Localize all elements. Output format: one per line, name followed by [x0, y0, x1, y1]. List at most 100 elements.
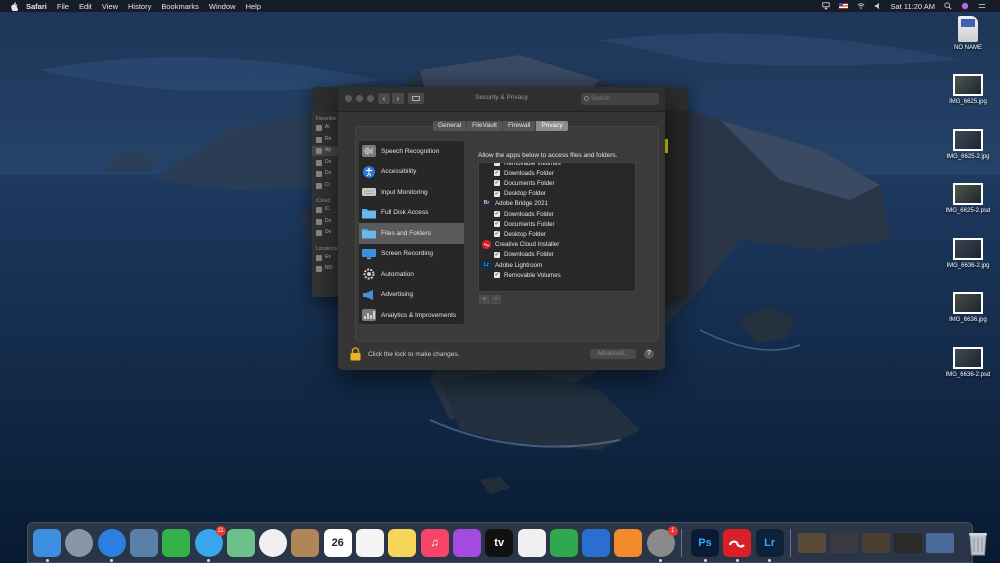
- image-file-icon[interactable]: IMG_6636-2.psd: [940, 346, 996, 378]
- messages-app[interactable]: 11: [194, 526, 226, 557]
- finder-item-icon[interactable]: [316, 171, 322, 177]
- menu-view[interactable]: View: [102, 2, 118, 11]
- finder-sidebar-item[interactable]: Ai: [325, 124, 329, 130]
- tab-filevault[interactable]: FileVault: [467, 121, 503, 131]
- volume-icon[interactable]: [874, 2, 882, 10]
- advanced-button[interactable]: Advanced...: [590, 349, 636, 359]
- finder-sidebar-item[interactable]: NO: [325, 265, 333, 271]
- trash-icon[interactable]: [964, 529, 992, 557]
- finder-item-icon[interactable]: [316, 266, 322, 272]
- menu-help[interactable]: Help: [246, 2, 261, 11]
- category-files-and-folders[interactable]: Files and Folders: [359, 223, 464, 244]
- music-app[interactable]: ♫: [420, 529, 449, 557]
- system-preferences-app[interactable]: 1: [646, 526, 678, 557]
- menu-window[interactable]: Window: [209, 2, 236, 11]
- menu-file[interactable]: File: [57, 2, 69, 11]
- safari-app[interactable]: [97, 529, 126, 557]
- menu-app-name[interactable]: Safari: [26, 2, 47, 11]
- pages-app[interactable]: [614, 529, 643, 557]
- podcasts-app[interactable]: [452, 529, 481, 557]
- help-button[interactable]: ?: [644, 349, 654, 359]
- permission-row[interactable]: ✓ Downloads Folder: [479, 168, 635, 178]
- finder-sidebar-item[interactable]: Do: [325, 218, 331, 224]
- tab-privacy[interactable]: Privacy: [536, 121, 568, 131]
- finder-item-icon[interactable]: [316, 159, 322, 166]
- image-file-icon[interactable]: IMG_6625-2.jpg: [940, 128, 996, 160]
- airplay-icon[interactable]: [821, 2, 830, 10]
- creative-cloud-app[interactable]: [723, 529, 752, 557]
- search-icon[interactable]: [944, 2, 952, 10]
- us-flag-icon[interactable]: [838, 3, 848, 9]
- category-analytics-improvements[interactable]: Analytics & Improvements: [359, 305, 464, 324]
- permission-row[interactable]: ✓ Downloads Folder: [479, 209, 635, 219]
- permission-row[interactable]: ✓ Removable Volumes: [479, 270, 635, 280]
- tab-firewall[interactable]: Firewall: [503, 121, 537, 131]
- minimized-window-thumbnail[interactable]: [893, 533, 922, 553]
- siri-icon[interactable]: [961, 2, 969, 10]
- menu-clock[interactable]: Sat 11:20 AM: [891, 2, 935, 11]
- finder-item-icon[interactable]: [316, 125, 322, 131]
- tv-app[interactable]: tv: [485, 529, 514, 557]
- menu-history[interactable]: History: [128, 2, 151, 11]
- category-accessibility[interactable]: Accessibility: [359, 162, 464, 183]
- checkbox[interactable]: ✓: [494, 163, 500, 166]
- finder-sidebar-item[interactable]: Do: [325, 170, 331, 176]
- image-file-icon[interactable]: IMG_6636.jpg: [940, 292, 996, 323]
- checkbox[interactable]: ✓: [494, 231, 500, 238]
- finder-sidebar-item[interactable]: De: [325, 159, 331, 165]
- image-file-icon[interactable]: IMG_6625-2.psd: [940, 183, 996, 214]
- finder-item-icon[interactable]: [316, 254, 322, 261]
- finder-app[interactable]: [33, 529, 61, 557]
- checkbox[interactable]: ✓: [494, 180, 500, 187]
- minimized-window-thumbnail[interactable]: [861, 533, 890, 553]
- photoshop-app[interactable]: Ps: [691, 529, 719, 557]
- permission-row[interactable]: ✓ Desktop Folder: [479, 189, 635, 199]
- minimized-window-thumbnail[interactable]: [797, 533, 826, 553]
- control-center-icon[interactable]: [978, 2, 986, 10]
- category-automation[interactable]: Automation: [359, 264, 464, 285]
- checkbox[interactable]: ✓: [494, 190, 500, 197]
- add-button[interactable]: +: [479, 295, 491, 304]
- category-advertising[interactable]: Advertising: [359, 285, 464, 306]
- checkbox[interactable]: ✓: [494, 251, 500, 258]
- menu-bookmarks[interactable]: Bookmarks: [161, 2, 199, 11]
- minimized-window-thumbnail[interactable]: [925, 533, 954, 553]
- permission-row[interactable]: ✓ Documents Folder: [479, 178, 635, 188]
- permission-row[interactable]: ✓ Downloads Folder: [479, 250, 635, 260]
- permission-row[interactable]: ✓ Removable Volumes: [479, 163, 635, 168]
- calendar-app[interactable]: 26: [323, 529, 352, 557]
- category-speech-recognition[interactable]: Speech Recognition: [359, 141, 464, 162]
- tab-general[interactable]: General: [433, 121, 468, 131]
- checkbox[interactable]: ✓: [494, 211, 500, 217]
- preview-app[interactable]: [129, 529, 158, 557]
- search-field[interactable]: Search: [581, 93, 659, 105]
- permission-row[interactable]: ✓ Documents Folder: [479, 219, 635, 229]
- lightroom-app[interactable]: Lr: [755, 529, 784, 557]
- notes-app[interactable]: [388, 529, 417, 557]
- checkbox[interactable]: ✓: [494, 221, 500, 228]
- finder-item-icon[interactable]: [316, 218, 322, 225]
- finder-item-icon[interactable]: [316, 207, 322, 213]
- permission-row[interactable]: ✓ Desktop Folder: [479, 229, 635, 239]
- menu-edit[interactable]: Edit: [79, 2, 92, 11]
- finder-sidebar-item[interactable]: iC: [325, 206, 330, 212]
- category-input-monitoring[interactable]: Input Monitoring: [359, 182, 464, 203]
- photos-app[interactable]: [259, 529, 288, 557]
- apple-icon[interactable]: [10, 1, 18, 11]
- facetime-app[interactable]: [162, 529, 191, 557]
- checkbox[interactable]: ✓: [494, 272, 500, 279]
- category-screen-recording[interactable]: Screen Recording: [359, 244, 464, 265]
- numbers-app[interactable]: [549, 529, 578, 557]
- finder-sidebar-item[interactable]: Ap: [325, 147, 331, 153]
- finder-sidebar-item[interactable]: Ev: [325, 254, 331, 260]
- finder-item-icon[interactable]: [316, 182, 322, 189]
- finder-item-icon[interactable]: [316, 230, 322, 236]
- finder-sidebar-item[interactable]: De: [325, 229, 331, 235]
- keynote-app[interactable]: [582, 529, 611, 557]
- checkbox[interactable]: ✓: [494, 170, 500, 177]
- finder-sidebar-item[interactable]: Re: [325, 136, 331, 142]
- finder-item-icon[interactable]: [316, 148, 322, 154]
- reminders-app[interactable]: [356, 529, 384, 557]
- minimized-window-thumbnail[interactable]: [829, 533, 858, 553]
- contacts-app[interactable]: [291, 529, 320, 557]
